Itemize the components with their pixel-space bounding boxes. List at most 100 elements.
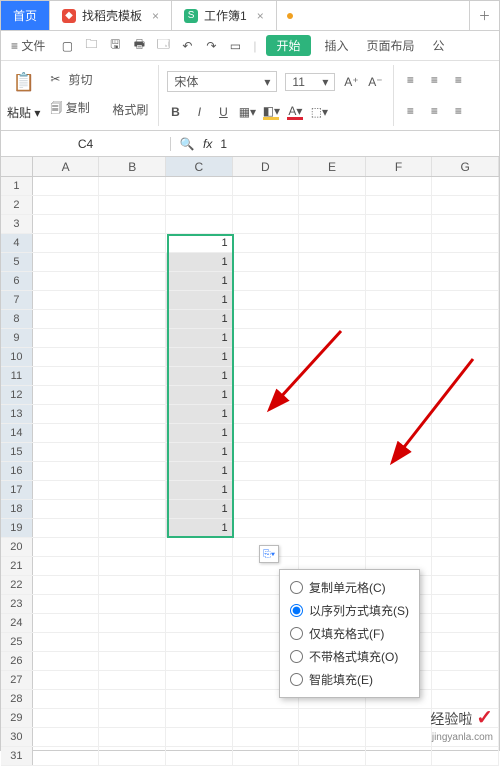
undo-icon[interactable]: ↶ [179,38,195,54]
autofill-options-button[interactable]: ⎘▾ [259,545,279,563]
cell[interactable]: 1 [166,519,233,537]
cell[interactable] [166,196,233,214]
cell[interactable] [166,576,233,594]
cell[interactable] [432,215,499,233]
cell[interactable] [233,462,300,480]
row-header[interactable]: 28 [1,690,33,708]
cell[interactable] [299,462,366,480]
row-header[interactable]: 3 [1,215,33,233]
underline-button[interactable]: U [215,104,231,120]
cell[interactable]: 1 [166,272,233,290]
font-color-button[interactable]: A▾ [287,104,303,120]
cell[interactable] [33,500,100,518]
row-header[interactable]: 6 [1,272,33,290]
cell[interactable] [99,310,166,328]
cell[interactable] [99,728,166,746]
cell[interactable] [299,728,366,746]
cell[interactable] [33,329,100,347]
cell[interactable] [432,234,499,252]
cell[interactable] [166,177,233,195]
cell[interactable] [366,234,433,252]
cell[interactable] [99,557,166,575]
cell[interactable] [33,671,100,689]
add-tab-button[interactable]: ＋ [469,1,499,30]
cell[interactable] [366,291,433,309]
cell[interactable] [432,291,499,309]
cell[interactable] [33,177,100,195]
cell[interactable] [166,538,233,556]
row-header[interactable]: 10 [1,348,33,366]
cell[interactable] [33,747,100,765]
file-menu[interactable]: ≡ 文件 [7,35,49,56]
format-painter-button[interactable]: 格式刷 [112,101,148,118]
cell[interactable] [99,253,166,271]
row-header[interactable]: 22 [1,576,33,594]
open-icon[interactable]: 🗀 [83,38,99,54]
cell[interactable] [299,177,366,195]
cell[interactable] [166,557,233,575]
cell[interactable] [299,709,366,727]
cell[interactable] [432,538,499,556]
cell[interactable] [299,196,366,214]
cell[interactable] [99,329,166,347]
cell[interactable] [99,614,166,632]
cell[interactable] [33,728,100,746]
cell[interactable] [33,386,100,404]
row-header[interactable]: 8 [1,310,33,328]
column-header[interactable]: F [366,157,433,176]
cell[interactable] [99,424,166,442]
cell[interactable] [33,291,100,309]
cell[interactable] [299,272,366,290]
formula-input[interactable]: 1 [220,137,227,151]
fill-color-button[interactable]: ◧▾ [263,104,279,120]
cell[interactable] [366,196,433,214]
cell[interactable] [33,652,100,670]
cell[interactable] [432,614,499,632]
column-header[interactable]: A [33,157,100,176]
cell[interactable] [366,253,433,271]
redo-icon[interactable]: ↷ [203,38,219,54]
cell[interactable] [166,747,233,765]
cell[interactable] [33,519,100,537]
cell[interactable] [166,614,233,632]
italic-button[interactable]: I [191,104,207,120]
border-button[interactable]: ▦▾ [239,104,255,120]
row-header[interactable]: 1 [1,177,33,195]
cell[interactable] [99,462,166,480]
cell[interactable] [233,443,300,461]
row-header[interactable]: 29 [1,709,33,727]
column-header[interactable]: C [166,157,233,176]
merge-button[interactable]: ⬚▾ [311,104,327,120]
tab-home[interactable]: 首页 [1,1,50,30]
cell[interactable] [99,272,166,290]
cell[interactable] [33,462,100,480]
align-left-icon[interactable]: ≡ [402,103,418,119]
cell[interactable] [366,481,433,499]
column-header[interactable]: B [99,157,166,176]
cell[interactable] [299,747,366,765]
cell[interactable] [432,690,499,708]
tab-more[interactable]: 公 [429,35,449,56]
cell[interactable] [99,709,166,727]
row-header[interactable]: 17 [1,481,33,499]
cell[interactable] [233,481,300,499]
cell[interactable] [299,253,366,271]
cell[interactable]: 1 [166,481,233,499]
cell[interactable] [233,500,300,518]
cell[interactable] [233,253,300,271]
cell[interactable]: 1 [166,500,233,518]
cell[interactable] [166,690,233,708]
cell[interactable] [166,595,233,613]
column-header[interactable]: D [233,157,300,176]
cell[interactable] [33,595,100,613]
cell[interactable] [33,709,100,727]
cell[interactable] [33,690,100,708]
row-header[interactable]: 12 [1,386,33,404]
paste-icon[interactable]: 📋 [12,70,36,94]
zoom-icon[interactable]: 🔍 [179,136,195,152]
cell[interactable] [33,557,100,575]
cell[interactable] [432,481,499,499]
close-icon[interactable]: × [152,9,159,23]
row-header[interactable]: 31 [1,747,33,765]
autofill-series-option[interactable]: 以序列方式填充(S) [288,599,411,622]
